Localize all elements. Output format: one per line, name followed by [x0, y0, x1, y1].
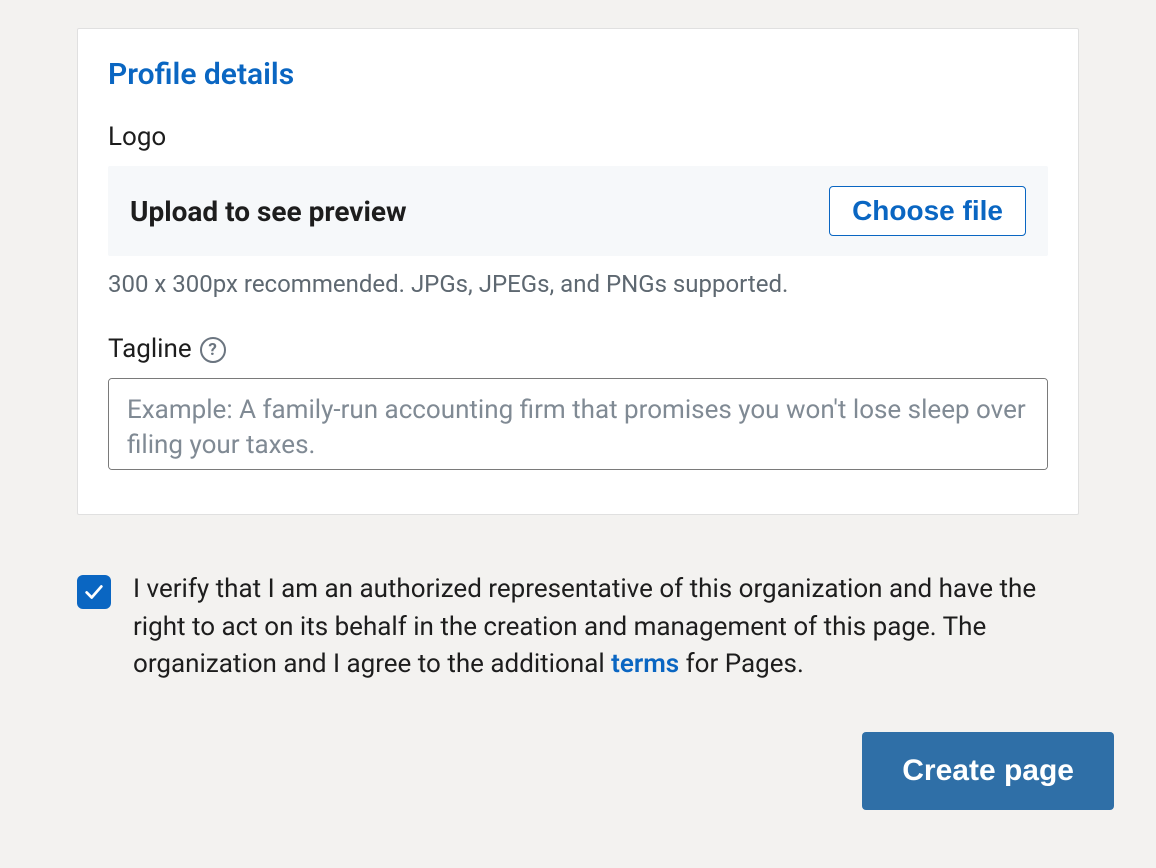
upload-preview-text: Upload to see preview	[130, 195, 407, 228]
logo-label: Logo	[108, 122, 1048, 152]
tagline-label: Tagline ?	[108, 334, 1048, 364]
create-page-button[interactable]: Create page	[862, 732, 1114, 810]
check-icon	[83, 581, 105, 603]
logo-upload-row: Upload to see preview Choose file	[108, 166, 1048, 256]
verification-text-before: I verify that I am an authorized represe…	[133, 574, 1036, 679]
section-title: Profile details	[108, 57, 1048, 92]
verification-row: I verify that I am an authorized represe…	[77, 571, 1079, 684]
help-icon[interactable]: ?	[200, 337, 226, 363]
action-row: Create page	[77, 732, 1114, 810]
tagline-input[interactable]	[108, 378, 1048, 470]
logo-helper-text: 300 x 300px recommended. JPGs, JPEGs, an…	[108, 270, 1048, 298]
choose-file-button[interactable]: Choose file	[829, 186, 1026, 236]
tagline-label-text: Tagline	[108, 334, 192, 364]
verification-text: I verify that I am an authorized represe…	[133, 571, 1079, 684]
verification-checkbox[interactable]	[77, 575, 111, 609]
terms-link[interactable]: terms	[611, 649, 679, 679]
verification-text-after: for Pages.	[679, 649, 804, 679]
profile-details-card: Profile details Logo Upload to see previ…	[77, 28, 1079, 515]
